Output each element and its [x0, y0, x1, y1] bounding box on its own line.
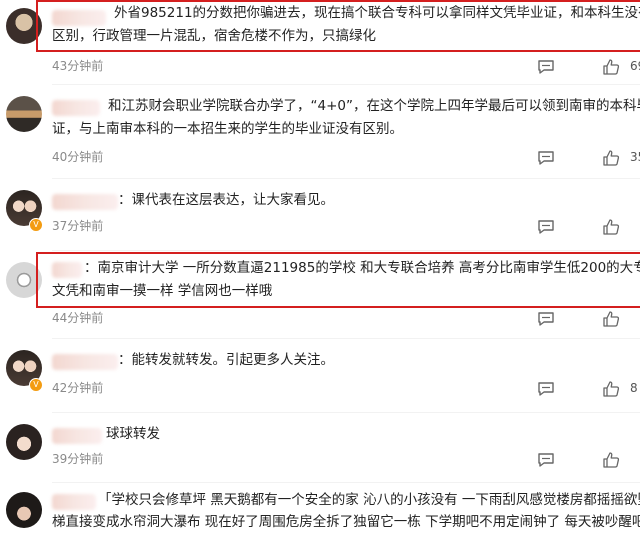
- comment-icon[interactable]: [537, 149, 555, 167]
- thumbs-up-icon[interactable]: [602, 58, 620, 76]
- verified-badge-icon: V: [29, 218, 43, 232]
- comment-icon[interactable]: [537, 218, 555, 236]
- divider: [52, 84, 640, 85]
- comment-text: 球球转发: [106, 426, 160, 442]
- comment-3: V ：课代表在这层表达，让大家看见。 37分钟前: [0, 182, 640, 252]
- comment-actions: [490, 218, 640, 236]
- avatar[interactable]: [6, 492, 42, 528]
- timestamp: 40分钟前: [52, 150, 104, 164]
- thumbs-up-icon[interactable]: [602, 380, 620, 398]
- comment-text: ：能转发就转发。引起更多人关注。: [118, 352, 334, 368]
- comment-actions: 35: [490, 149, 640, 167]
- highlight-box: [36, 252, 640, 308]
- divider: [52, 412, 640, 413]
- comment-text: 梯直接变成水帘洞大瀑布 现在好了周围危房全拆了独留它一栋 下学期吧不用定闹钟了 …: [52, 514, 640, 530]
- verified-badge-icon: V: [29, 378, 43, 392]
- comment-1: 外省985211的分数把你骗进去，现在搞个联合专科可以拿同样文凭毕业证，和本科生…: [0, 0, 640, 80]
- timestamp: 39分钟前: [52, 452, 104, 466]
- divider: [52, 482, 640, 483]
- comment-text: 和江苏财会职业学院联合办学了，“4+0”，在这个学院上四年学最后可以领到南审的本…: [108, 98, 640, 114]
- comment-text: 证，与上南审本科的一本招生来的学生的毕业证没有区别。: [52, 121, 403, 137]
- username-blurred[interactable]: [52, 354, 118, 370]
- comment-icon[interactable]: [537, 310, 555, 328]
- comment-text: 「学校只会修草坪 黑天鹅都有一个安全的家 沁八的小孩没有 一下雨刮风感觉楼房都摇…: [98, 492, 640, 508]
- highlight-box: [36, 0, 640, 52]
- comment-icon[interactable]: [537, 451, 555, 469]
- timestamp: 44分钟前: [52, 311, 104, 325]
- comment-7: 「学校只会修草坪 黑天鹅都有一个安全的家 沁八的小孩没有 一下雨刮风感觉楼房都摇…: [0, 486, 640, 539]
- comment-icon[interactable]: [537, 380, 555, 398]
- thumbs-up-icon[interactable]: [602, 310, 620, 328]
- timestamp: 43分钟前: [52, 59, 104, 73]
- username-blurred[interactable]: [52, 494, 96, 510]
- avatar[interactable]: [6, 424, 42, 460]
- comment-actions: [490, 310, 640, 328]
- username-blurred[interactable]: [52, 428, 102, 444]
- divider: [52, 338, 640, 339]
- comment-text: ：课代表在这层表达，让大家看见。: [118, 192, 334, 208]
- username-blurred[interactable]: [52, 194, 118, 210]
- comment-icon[interactable]: [537, 58, 555, 76]
- comment-actions: 69: [490, 58, 640, 76]
- timestamp: 37分钟前: [52, 219, 104, 233]
- like-count: 35: [630, 150, 640, 164]
- avatar[interactable]: [6, 96, 42, 132]
- like-count: 69: [630, 59, 640, 73]
- comment-actions: [490, 451, 640, 469]
- thumbs-up-icon[interactable]: [602, 451, 620, 469]
- comment-4: ：南京审计大学 一所分数直逼211985的学校 和大专联合培养 高考分比南审学生…: [0, 250, 640, 336]
- thumbs-up-icon[interactable]: [602, 218, 620, 236]
- comment-2: 和江苏财会职业学院联合办学了，“4+0”，在这个学院上四年学最后可以领到南审的本…: [0, 88, 640, 178]
- comment-6: 球球转发 39分钟前: [0, 416, 640, 486]
- divider: [52, 178, 640, 179]
- thumbs-up-icon[interactable]: [602, 149, 620, 167]
- comment-actions: 8: [490, 380, 640, 398]
- timestamp: 42分钟前: [52, 381, 104, 395]
- username-blurred[interactable]: [52, 100, 100, 116]
- comment-5: V ：能转发就转发。引起更多人关注。 42分钟前 8: [0, 342, 640, 412]
- like-count: 8: [630, 381, 638, 395]
